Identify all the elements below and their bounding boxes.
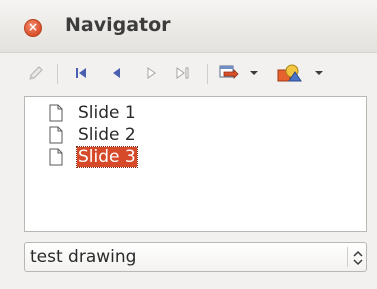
first-slide-icon[interactable] <box>71 63 91 83</box>
page-icon <box>49 126 63 144</box>
tree-item[interactable]: Slide 1 <box>49 102 137 124</box>
page-icon <box>49 104 63 122</box>
navigator-toolbar <box>0 53 377 93</box>
shapes-dropdown-icon[interactable] <box>314 63 324 83</box>
tree-item-label: Slide 1 <box>78 103 136 123</box>
page-icon <box>49 148 63 166</box>
last-slide-icon[interactable] <box>172 63 194 83</box>
document-select[interactable]: test drawing <box>24 242 367 272</box>
previous-slide-icon[interactable] <box>106 63 126 83</box>
tree-item-label: Slide 3 <box>76 146 138 168</box>
drag-mode-icon[interactable] <box>216 63 240 83</box>
title-bar: × Navigator <box>0 0 377 53</box>
shapes-icon[interactable] <box>274 63 304 83</box>
next-slide-icon[interactable] <box>141 63 161 83</box>
drag-mode-dropdown-icon[interactable] <box>249 63 259 83</box>
window-title: Navigator <box>65 14 171 36</box>
toolbar-separator <box>207 64 208 84</box>
updown-arrows-icon <box>353 250 363 266</box>
slide-tree[interactable]: Slide 1 Slide 2 Slide 3 <box>24 96 367 232</box>
tree-item[interactable]: Slide 2 <box>49 124 137 146</box>
tree-item-selected[interactable]: Slide 3 <box>49 146 138 168</box>
close-icon: × <box>27 20 39 34</box>
pen-icon[interactable] <box>26 63 46 83</box>
close-button[interactable]: × <box>24 19 42 37</box>
toolbar-separator <box>57 64 58 84</box>
document-select-value: test drawing <box>30 247 137 267</box>
select-divider <box>347 247 348 267</box>
tree-item-label: Slide 2 <box>78 125 136 145</box>
